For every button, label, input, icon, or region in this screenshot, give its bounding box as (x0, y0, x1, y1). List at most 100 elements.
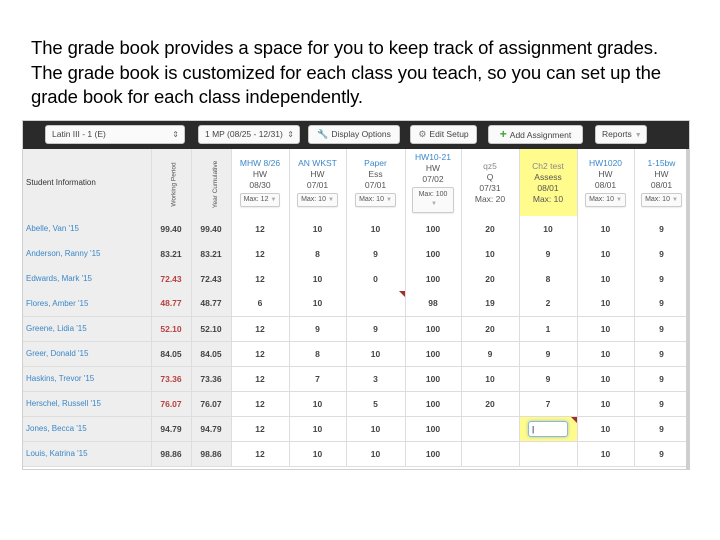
grade-cell[interactable]: 10 (577, 291, 635, 317)
grade-cell[interactable]: 10 (289, 216, 347, 241)
grade-cell[interactable]: 9 (346, 241, 406, 266)
grade-cell[interactable]: 12 (231, 316, 290, 342)
grade-cell[interactable]: 9 (634, 316, 689, 342)
grade-cell[interactable]: 12 (231, 416, 290, 442)
assignment-name-link[interactable]: 1-15bw (635, 158, 689, 169)
grade-cell[interactable]: 9 (634, 266, 689, 291)
grade-cell[interactable]: 20 (461, 266, 520, 291)
assignment-name-link[interactable]: MHW 8/26 (232, 158, 289, 169)
grade-cell[interactable] (461, 441, 520, 467)
grade-cell[interactable]: 12 (231, 266, 290, 291)
grade-cell[interactable]: 20 (461, 216, 520, 241)
grade-cell[interactable]: 10 (577, 391, 635, 417)
max-points-dropdown[interactable]: Max: 10 ▼ (641, 193, 682, 207)
max-points-dropdown[interactable]: Max: 10 ▼ (355, 193, 396, 207)
grade-cell[interactable]: 9 (519, 366, 578, 392)
grade-cell[interactable] (346, 291, 406, 317)
max-points-dropdown[interactable]: Max: 10 ▼ (297, 193, 338, 207)
grade-cell[interactable]: 10 (577, 216, 635, 241)
grade-cell[interactable]: 12 (231, 241, 290, 266)
grade-cell[interactable]: 10 (577, 416, 635, 442)
grade-cell[interactable]: 9 (634, 291, 689, 317)
grade-cell[interactable]: 8 (289, 341, 347, 367)
student-name-link[interactable]: Jones, Becca '15 (23, 416, 152, 442)
grade-cell[interactable] (461, 416, 520, 442)
assignment-name-link[interactable]: Paper (347, 158, 405, 169)
grade-cell[interactable]: 9 (634, 216, 689, 241)
grade-cell[interactable]: 2 (519, 291, 578, 317)
assignment-name-link[interactable]: HW10-21 (406, 152, 461, 163)
grade-cell[interactable]: 100 (405, 441, 462, 467)
grade-cell[interactable]: 10 (461, 241, 520, 266)
assignment-name-link[interactable]: AN WKST (290, 158, 346, 169)
grade-cell[interactable]: 10 (346, 216, 406, 241)
period-select[interactable]: 1 MP (08/25 - 12/31) ⇕ (198, 125, 300, 144)
grade-cell[interactable]: 20 (461, 391, 520, 417)
max-points-dropdown[interactable]: Max: 100 ▼ (411, 187, 455, 213)
grade-cell[interactable]: 10 (289, 441, 347, 467)
grade-cell[interactable]: 10 (577, 341, 635, 367)
grade-cell[interactable]: 12 (231, 216, 290, 241)
grade-cell[interactable]: 0 (346, 266, 406, 291)
grade-cell[interactable]: 12 (231, 341, 290, 367)
grade-cell[interactable]: 100 (405, 316, 462, 342)
grade-cell[interactable]: 8 (519, 266, 578, 291)
grade-cell[interactable]: 20 (461, 316, 520, 342)
grade-cell[interactable]: 10 (519, 216, 578, 241)
grade-cell[interactable]: 12 (231, 366, 290, 392)
grade-cell[interactable]: 10 (577, 316, 635, 342)
grade-cell[interactable]: 10 (289, 291, 347, 317)
grade-cell[interactable]: 3 (346, 366, 406, 392)
assignment-header[interactable]: 1-15bw HW 08/01 Max: 10 ▼ (634, 149, 689, 216)
grade-cell[interactable]: 9 (346, 316, 406, 342)
grade-cell[interactable]: 100 (405, 341, 462, 367)
add-assignment-button[interactable]: + Add Assignment (488, 125, 583, 144)
student-name-link[interactable]: Flores, Amber '15 (23, 291, 152, 317)
reports-button[interactable]: Reports ▼ (595, 125, 647, 144)
assignment-name-link[interactable]: HW1020 (578, 158, 634, 169)
class-select[interactable]: Latin III - 1 (E) ⇕ (45, 125, 185, 144)
grade-cell[interactable]: 10 (289, 391, 347, 417)
max-points-dropdown[interactable]: Max: 12 ▼ (239, 193, 281, 207)
grade-cell[interactable]: 9 (634, 416, 689, 442)
student-name-link[interactable]: Herschel, Russell '15 (23, 391, 152, 417)
grade-cell[interactable]: 9 (634, 241, 689, 266)
student-name-link[interactable]: Greene, Lidia '15 (23, 316, 152, 342)
grade-cell[interactable]: 100 (405, 241, 462, 266)
grade-cell[interactable]: 9 (519, 341, 578, 367)
assignment-header[interactable]: MHW 8/26 HW 08/30 Max: 12 ▼ (231, 149, 290, 216)
grade-cell[interactable]: 10 (346, 341, 406, 367)
student-name-link[interactable]: Haskins, Trevor '15 (23, 366, 152, 392)
grade-cell[interactable]: 7 (519, 391, 578, 417)
grade-cell[interactable]: 100 (405, 391, 462, 417)
grade-cell[interactable]: 7 (289, 366, 347, 392)
grade-cell[interactable]: 6 (231, 291, 290, 317)
grade-cell[interactable]: 10 (289, 266, 347, 291)
grade-cell[interactable]: 10 (577, 266, 635, 291)
student-name-link[interactable]: Edwards, Mark '15 (23, 266, 152, 291)
grade-cell[interactable]: 10 (577, 366, 635, 392)
grade-cell[interactable]: 9 (634, 391, 689, 417)
grade-cell[interactable]: 19 (461, 291, 520, 317)
student-name-link[interactable]: Anderson, Ranny '15 (23, 241, 152, 266)
grade-cell-editing[interactable]: | (519, 416, 578, 442)
grade-cell[interactable]: 10 (577, 241, 635, 266)
edit-setup-button[interactable]: ⚙ Edit Setup (410, 125, 477, 144)
grade-cell[interactable]: 12 (231, 441, 290, 467)
grade-cell[interactable]: 10 (289, 416, 347, 442)
student-name-link[interactable]: Abelle, Van '15 (23, 216, 152, 241)
grade-cell[interactable]: 5 (346, 391, 406, 417)
max-points-dropdown[interactable]: Max: 10 ▼ (585, 193, 626, 207)
grade-cell[interactable]: 10 (346, 416, 406, 442)
display-options-button[interactable]: 🔧 Display Options (308, 125, 400, 144)
grade-cell[interactable] (519, 441, 578, 467)
assignment-header[interactable]: HW10-21 HW 07/02 Max: 100 ▼ (405, 149, 462, 216)
assignment-header[interactable]: qz5 Q 07/31 Max: 20 (461, 149, 520, 216)
grade-cell[interactable]: 9 (634, 341, 689, 367)
scrollbar[interactable] (686, 149, 689, 469)
grade-cell[interactable]: 100 (405, 266, 462, 291)
grade-cell[interactable]: 9 (289, 316, 347, 342)
student-name-link[interactable]: Greer, Donald '15 (23, 341, 152, 367)
student-name-link[interactable]: Louis, Katrina '15 (23, 441, 152, 467)
assignment-header[interactable]: HW1020 HW 08/01 Max: 10 ▼ (577, 149, 635, 216)
